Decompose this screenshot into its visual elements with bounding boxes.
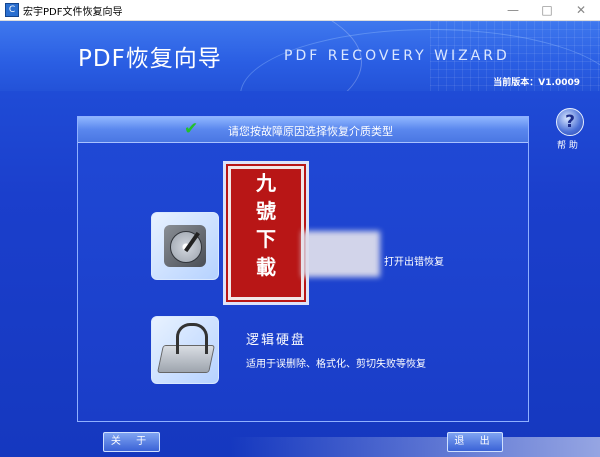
option-description: 打开出错恢复	[384, 257, 444, 268]
option-title[interactable]: 逻辑硬盘	[246, 329, 306, 348]
watermark-char: 下	[256, 227, 276, 251]
blurred-area	[302, 231, 380, 277]
about-button[interactable]: 关 于	[103, 432, 160, 452]
panel-prompt: 请您按故障原因选择恢复介质类型	[228, 125, 393, 138]
version-label: 当前版本：V1.0009	[493, 78, 580, 88]
watermark-stamp: 九 號 下 載	[226, 164, 306, 302]
help-icon[interactable]: ?	[556, 108, 584, 136]
logical-disk-option-button[interactable]	[151, 316, 219, 384]
minimize-button[interactable]: —	[496, 0, 530, 20]
hard-disk-option-button[interactable]	[151, 212, 219, 280]
option-description: 适用于误删除、格式化、剪切失败等恢复	[246, 359, 426, 370]
hard-disk-icon	[164, 225, 206, 267]
checkmark-icon: ✔	[184, 119, 199, 139]
app-window: C 宏宇PDF文件恢复向导 — □ ✕ PDF恢复向导 PDF RECOVERY…	[0, 0, 600, 457]
watermark-char: 九	[256, 171, 276, 195]
bottom-overlay	[230, 437, 600, 457]
app-subtitle: PDF RECOVERY WIZARD	[284, 48, 510, 64]
watermark-char: 號	[256, 199, 276, 223]
stethoscope-tube-icon	[176, 323, 208, 354]
app-title: PDF恢复向导	[78, 46, 222, 72]
help-label[interactable]: 帮 助	[557, 138, 578, 151]
maximize-button[interactable]: □	[530, 0, 564, 20]
close-button[interactable]: ✕	[564, 0, 598, 20]
exit-button[interactable]: 退 出	[447, 432, 503, 452]
window-title: 宏宇PDF文件恢复向导	[23, 7, 123, 18]
client-area: PDF恢复向导 PDF RECOVERY WIZARD 当前版本：V1.0009…	[0, 21, 600, 457]
banner: PDF恢复向导 PDF RECOVERY WIZARD 当前版本：V1.0009	[0, 21, 600, 91]
watermark-char: 載	[256, 255, 276, 279]
app-icon: C	[5, 3, 19, 17]
title-bar: C 宏宇PDF文件恢复向导 — □ ✕	[0, 0, 600, 21]
panel-header: ✔ 请您按故障原因选择恢复介质类型	[78, 117, 528, 143]
